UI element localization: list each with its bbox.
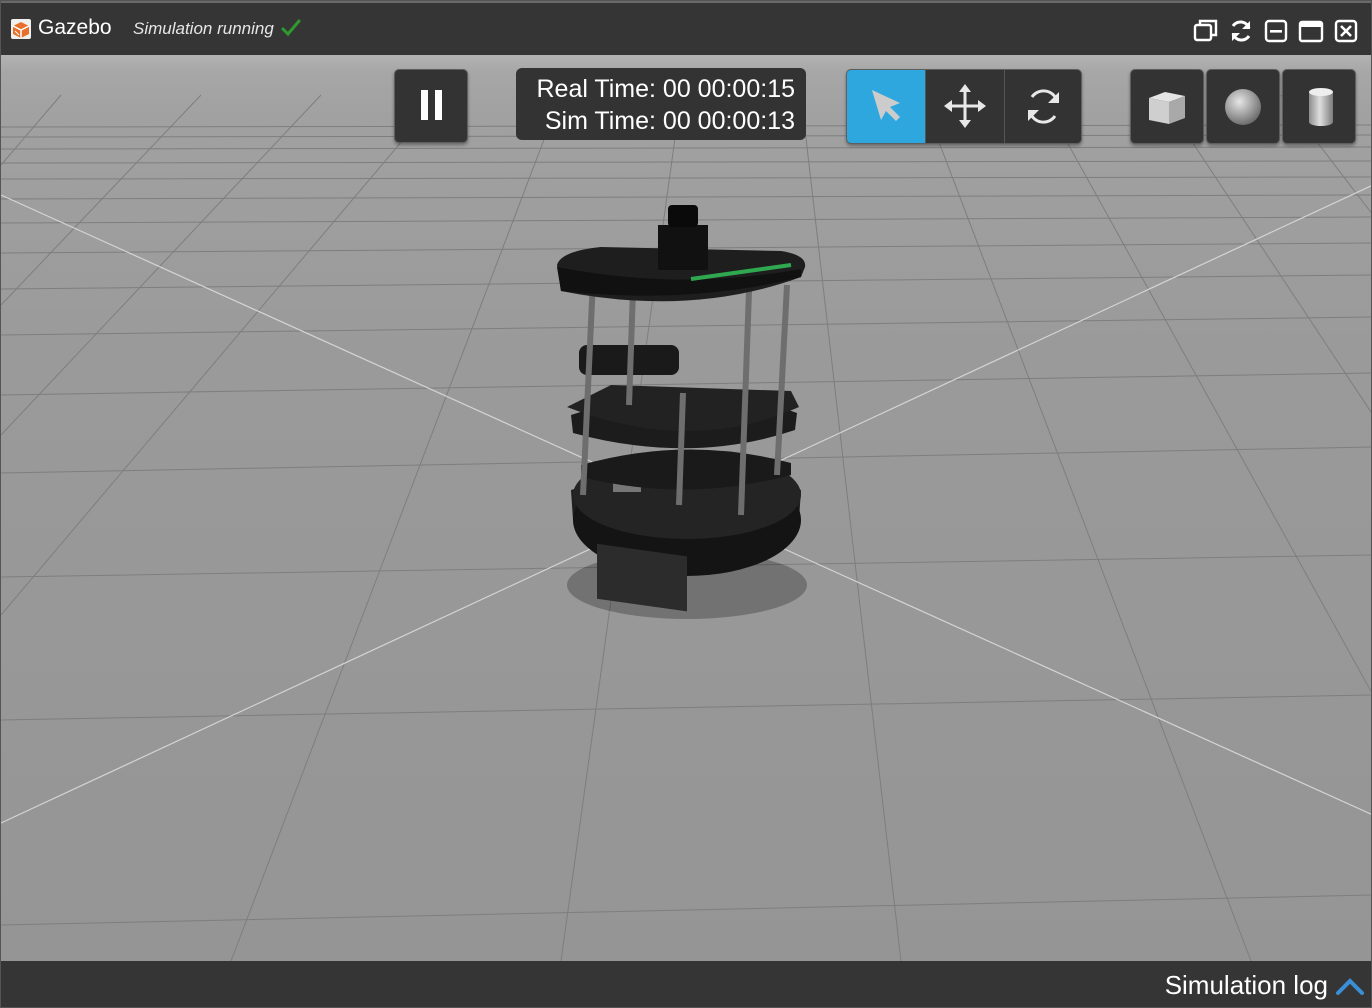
checkmark-icon [281, 19, 301, 37]
time-display: Real Time: 00 00:00:15 Sim Time: 00 00:0… [516, 68, 806, 140]
sim-time-label: Sim Time: 00 00:00:13 [544, 107, 795, 135]
select-arrow-icon [872, 90, 900, 121]
maximize-icon[interactable] [1297, 17, 1325, 45]
title-bar: Gazebo Simulation running [1, 1, 1371, 55]
insert-box-button[interactable] [1130, 69, 1204, 144]
manipulation-mode-group [846, 69, 1082, 144]
ground-grid [1, 94, 1371, 961]
gazebo-window: Gazebo Simulation running Real Time: 00 … [0, 0, 1372, 1008]
cylinder-icon [1309, 88, 1333, 126]
minimize-icon[interactable] [1262, 17, 1290, 45]
gazebo-logo-icon [11, 19, 31, 39]
pause-button[interactable] [394, 69, 468, 143]
translate-mode-button[interactable] [926, 70, 1004, 143]
rotate-mode-button[interactable] [1005, 70, 1081, 143]
pause-icon [421, 90, 442, 120]
close-icon[interactable] [1332, 17, 1360, 45]
app-title: Gazebo [38, 16, 112, 39]
sphere-icon [1225, 89, 1261, 125]
turtlebot-model[interactable] [557, 205, 807, 619]
chevron-up-icon[interactable] [1335, 974, 1365, 998]
refresh-icon[interactable] [1227, 17, 1255, 45]
restore-icon[interactable] [1192, 17, 1220, 45]
translate-icon [944, 84, 986, 128]
rotate-icon [1028, 89, 1059, 124]
select-mode-button[interactable] [847, 70, 925, 143]
insert-sphere-button[interactable] [1206, 69, 1280, 144]
simulation-log-bar[interactable]: Simulation log [1, 961, 1371, 1007]
real-time-label: Real Time: 00 00:00:15 [536, 75, 796, 103]
simulation-status: Simulation running [133, 19, 274, 38]
simulation-log-label[interactable]: Simulation log [1165, 970, 1328, 1001]
scene-viewport[interactable]: Real Time: 00 00:00:15 Sim Time: 00 00:0… [1, 55, 1371, 961]
insert-cylinder-button[interactable] [1282, 69, 1356, 144]
box-icon [1149, 92, 1185, 124]
